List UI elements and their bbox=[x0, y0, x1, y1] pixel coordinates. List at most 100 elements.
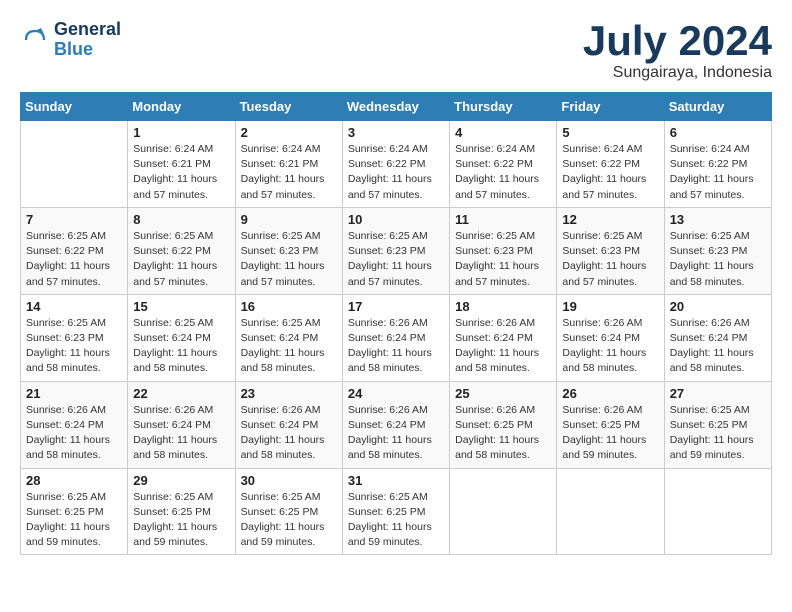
calendar-cell: 9 Sunrise: 6:25 AM Sunset: 6:23 PM Daylig… bbox=[235, 207, 342, 294]
day-info: Sunrise: 6:26 AM Sunset: 6:24 PM Dayligh… bbox=[562, 316, 658, 377]
day-info: Sunrise: 6:25 AM Sunset: 6:25 PM Dayligh… bbox=[26, 490, 122, 551]
title-block: July 2024 Sungairaya, Indonesia bbox=[583, 20, 772, 82]
logo-text: GeneralBlue bbox=[54, 20, 121, 60]
calendar-cell: 20 Sunrise: 6:26 AM Sunset: 6:24 PM Dayli… bbox=[664, 294, 771, 381]
day-info: Sunrise: 6:24 AM Sunset: 6:22 PM Dayligh… bbox=[455, 142, 551, 203]
day-info: Sunrise: 6:25 AM Sunset: 6:25 PM Dayligh… bbox=[348, 490, 444, 551]
day-number: 9 bbox=[241, 212, 337, 227]
day-info: Sunrise: 6:24 AM Sunset: 6:21 PM Dayligh… bbox=[241, 142, 337, 203]
day-number: 14 bbox=[26, 299, 122, 314]
calendar-cell: 17 Sunrise: 6:26 AM Sunset: 6:24 PM Dayli… bbox=[342, 294, 449, 381]
day-info: Sunrise: 6:25 AM Sunset: 6:25 PM Dayligh… bbox=[241, 490, 337, 551]
day-info: Sunrise: 6:25 AM Sunset: 6:23 PM Dayligh… bbox=[562, 229, 658, 290]
calendar-cell: 30Sunrise: 6:25 AM Sunset: 6:25 PM Dayli… bbox=[235, 468, 342, 555]
day-info: Sunrise: 6:26 AM Sunset: 6:24 PM Dayligh… bbox=[348, 316, 444, 377]
day-number: 3 bbox=[348, 125, 444, 140]
weekday-header-monday: Monday bbox=[128, 93, 235, 121]
calendar-cell: 15Sunrise: 6:25 AM Sunset: 6:24 PM Dayli… bbox=[128, 294, 235, 381]
day-number: 26 bbox=[562, 386, 658, 401]
day-number: 13 bbox=[670, 212, 766, 227]
calendar-cell: 4 Sunrise: 6:24 AM Sunset: 6:22 PM Daylig… bbox=[450, 121, 557, 208]
calendar-week-row: 1 Sunrise: 6:24 AM Sunset: 6:21 PM Daylig… bbox=[21, 121, 772, 208]
calendar-cell: 8Sunrise: 6:25 AM Sunset: 6:22 PM Daylig… bbox=[128, 207, 235, 294]
weekday-header-thursday: Thursday bbox=[450, 93, 557, 121]
day-number: 20 bbox=[670, 299, 766, 314]
day-info: Sunrise: 6:24 AM Sunset: 6:22 PM Dayligh… bbox=[670, 142, 766, 203]
day-number: 16 bbox=[241, 299, 337, 314]
calendar-cell: 7 Sunrise: 6:25 AM Sunset: 6:22 PM Daylig… bbox=[21, 207, 128, 294]
calendar-cell bbox=[557, 468, 664, 555]
calendar-cell: 26 Sunrise: 6:26 AM Sunset: 6:25 PM Dayli… bbox=[557, 381, 664, 468]
day-number: 29 bbox=[133, 473, 229, 488]
calendar-week-row: 14 Sunrise: 6:25 AM Sunset: 6:23 PM Dayli… bbox=[21, 294, 772, 381]
day-info: Sunrise: 6:25 AM Sunset: 6:23 PM Dayligh… bbox=[241, 229, 337, 290]
day-number: 27 bbox=[670, 386, 766, 401]
calendar-subtitle: Sungairaya, Indonesia bbox=[583, 64, 772, 82]
day-info: Sunrise: 6:25 AM Sunset: 6:23 PM Dayligh… bbox=[26, 316, 122, 377]
page-header: GeneralBlue July 2024 Sungairaya, Indone… bbox=[20, 20, 772, 82]
day-info: Sunrise: 6:24 AM Sunset: 6:22 PM Dayligh… bbox=[348, 142, 444, 203]
calendar-week-row: 21 Sunrise: 6:26 AM Sunset: 6:24 PM Dayli… bbox=[21, 381, 772, 468]
day-info: Sunrise: 6:26 AM Sunset: 6:24 PM Dayligh… bbox=[133, 403, 229, 464]
day-number: 10 bbox=[348, 212, 444, 227]
day-number: 2 bbox=[241, 125, 337, 140]
day-number: 19 bbox=[562, 299, 658, 314]
day-number: 8 bbox=[133, 212, 229, 227]
calendar-cell bbox=[450, 468, 557, 555]
day-info: Sunrise: 6:26 AM Sunset: 6:24 PM Dayligh… bbox=[26, 403, 122, 464]
calendar-cell: 23Sunrise: 6:26 AM Sunset: 6:24 PM Dayli… bbox=[235, 381, 342, 468]
day-number: 25 bbox=[455, 386, 551, 401]
day-info: Sunrise: 6:26 AM Sunset: 6:25 PM Dayligh… bbox=[455, 403, 551, 464]
calendar-cell: 28 Sunrise: 6:25 AM Sunset: 6:25 PM Dayli… bbox=[21, 468, 128, 555]
day-number: 17 bbox=[348, 299, 444, 314]
calendar-cell: 6 Sunrise: 6:24 AM Sunset: 6:22 PM Daylig… bbox=[664, 121, 771, 208]
calendar-cell: 27 Sunrise: 6:25 AM Sunset: 6:25 PM Dayli… bbox=[664, 381, 771, 468]
day-number: 18 bbox=[455, 299, 551, 314]
day-info: Sunrise: 6:25 AM Sunset: 6:23 PM Dayligh… bbox=[670, 229, 766, 290]
calendar-cell: 18 Sunrise: 6:26 AM Sunset: 6:24 PM Dayli… bbox=[450, 294, 557, 381]
calendar-cell: 22 Sunrise: 6:26 AM Sunset: 6:24 PM Dayli… bbox=[128, 381, 235, 468]
day-info: Sunrise: 6:25 AM Sunset: 6:23 PM Dayligh… bbox=[455, 229, 551, 290]
day-info: Sunrise: 6:25 AM Sunset: 6:25 PM Dayligh… bbox=[670, 403, 766, 464]
day-info: Sunrise: 6:26 AM Sunset: 6:24 PM Dayligh… bbox=[670, 316, 766, 377]
day-number: 21 bbox=[26, 386, 122, 401]
day-info: Sunrise: 6:25 AM Sunset: 6:24 PM Dayligh… bbox=[133, 316, 229, 377]
day-info: Sunrise: 6:25 AM Sunset: 6:24 PM Dayligh… bbox=[241, 316, 337, 377]
day-info: Sunrise: 6:25 AM Sunset: 6:22 PM Dayligh… bbox=[26, 229, 122, 290]
calendar-cell: 19 Sunrise: 6:26 AM Sunset: 6:24 PM Dayli… bbox=[557, 294, 664, 381]
day-info: Sunrise: 6:24 AM Sunset: 6:21 PM Dayligh… bbox=[133, 142, 229, 203]
calendar-cell: 2 Sunrise: 6:24 AM Sunset: 6:21 PM Daylig… bbox=[235, 121, 342, 208]
calendar-cell: 25 Sunrise: 6:26 AM Sunset: 6:25 PM Dayli… bbox=[450, 381, 557, 468]
day-number: 5 bbox=[562, 125, 658, 140]
weekday-header-sunday: Sunday bbox=[21, 93, 128, 121]
calendar-cell: 14 Sunrise: 6:25 AM Sunset: 6:23 PM Dayli… bbox=[21, 294, 128, 381]
calendar-cell: 31 Sunrise: 6:25 AM Sunset: 6:25 PM Dayli… bbox=[342, 468, 449, 555]
weekday-header-tuesday: Tuesday bbox=[235, 93, 342, 121]
calendar-cell: 21 Sunrise: 6:26 AM Sunset: 6:24 PM Dayli… bbox=[21, 381, 128, 468]
day-number: 7 bbox=[26, 212, 122, 227]
weekday-header-friday: Friday bbox=[557, 93, 664, 121]
calendar-cell: 3 Sunrise: 6:24 AM Sunset: 6:22 PM Daylig… bbox=[342, 121, 449, 208]
calendar-week-row: 28 Sunrise: 6:25 AM Sunset: 6:25 PM Dayli… bbox=[21, 468, 772, 555]
day-info: Sunrise: 6:26 AM Sunset: 6:25 PM Dayligh… bbox=[562, 403, 658, 464]
day-number: 28 bbox=[26, 473, 122, 488]
day-number: 22 bbox=[133, 386, 229, 401]
day-number: 4 bbox=[455, 125, 551, 140]
weekday-header-row: SundayMondayTuesdayWednesdayThursdayFrid… bbox=[21, 93, 772, 121]
calendar-cell: 16 Sunrise: 6:25 AM Sunset: 6:24 PM Dayli… bbox=[235, 294, 342, 381]
calendar-cell: 1 Sunrise: 6:24 AM Sunset: 6:21 PM Daylig… bbox=[128, 121, 235, 208]
day-number: 1 bbox=[133, 125, 229, 140]
day-info: Sunrise: 6:26 AM Sunset: 6:24 PM Dayligh… bbox=[455, 316, 551, 377]
calendar-week-row: 7 Sunrise: 6:25 AM Sunset: 6:22 PM Daylig… bbox=[21, 207, 772, 294]
logo-icon bbox=[20, 25, 50, 55]
calendar-cell bbox=[664, 468, 771, 555]
day-info: Sunrise: 6:25 AM Sunset: 6:25 PM Dayligh… bbox=[133, 490, 229, 551]
weekday-header-saturday: Saturday bbox=[664, 93, 771, 121]
calendar-cell: 10Sunrise: 6:25 AM Sunset: 6:23 PM Dayli… bbox=[342, 207, 449, 294]
calendar-cell: 11Sunrise: 6:25 AM Sunset: 6:23 PM Dayli… bbox=[450, 207, 557, 294]
day-info: Sunrise: 6:26 AM Sunset: 6:24 PM Dayligh… bbox=[241, 403, 337, 464]
day-number: 6 bbox=[670, 125, 766, 140]
calendar-cell bbox=[21, 121, 128, 208]
calendar-title: July 2024 bbox=[583, 20, 772, 62]
day-number: 31 bbox=[348, 473, 444, 488]
